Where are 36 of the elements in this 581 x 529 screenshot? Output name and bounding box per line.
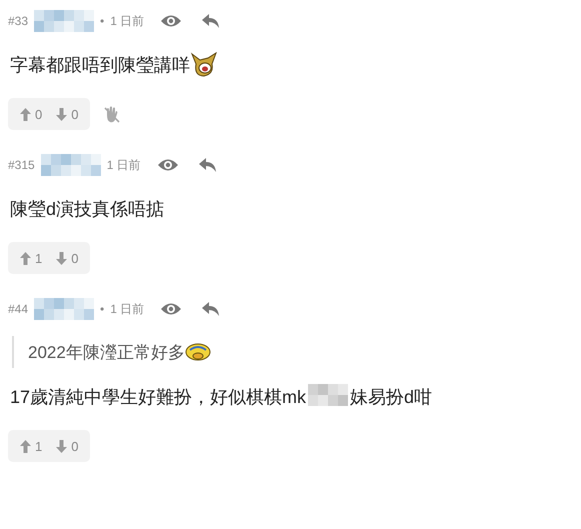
post-time: 1 日前	[110, 300, 144, 318]
reply-icon[interactable]	[202, 14, 220, 28]
reply-icon[interactable]	[198, 158, 217, 172]
post-number: #315	[8, 158, 35, 172]
reply-icon[interactable]	[202, 302, 220, 316]
arrow-down-icon	[56, 252, 68, 264]
eye-icon[interactable]	[156, 158, 179, 172]
separator: •	[100, 302, 104, 316]
post-text: 17歲清純中學生好難扮，好似棋棋mk	[10, 386, 306, 409]
post-time: 1 日前	[110, 12, 144, 30]
arrow-up-icon	[20, 252, 31, 264]
blurred-name-drawing	[40, 154, 101, 176]
hand-icon[interactable]	[104, 106, 120, 122]
upvote-button[interactable]: 1	[20, 250, 42, 266]
post-text: 字幕都跟唔到陳瑩講咩	[10, 54, 190, 77]
arrow-down-icon	[56, 440, 68, 452]
blurred-text-drawing	[308, 384, 348, 406]
eye-icon[interactable]	[160, 302, 182, 316]
arrow-up-icon	[20, 108, 31, 120]
arrow-up-icon	[20, 440, 31, 452]
downvote-button[interactable]: 0	[56, 438, 78, 454]
upvote-button[interactable]: 1	[20, 438, 42, 454]
downvote-button[interactable]: 0	[56, 250, 78, 266]
separator: •	[100, 14, 104, 28]
eye-icon[interactable]	[160, 14, 182, 28]
post-time: 1 日前	[106, 156, 141, 174]
blurred-name-drawing	[34, 10, 94, 32]
upvote-button[interactable]: 0	[20, 106, 42, 122]
post-text: 陳瑩d演技真係唔掂	[10, 198, 164, 221]
arrow-down-icon	[56, 108, 68, 120]
post-text: 妹易扮d咁	[350, 386, 432, 409]
downvote-button[interactable]: 0	[56, 106, 78, 122]
post-number: #44	[8, 302, 28, 316]
blurred-name-drawing	[34, 298, 94, 320]
post-number: #33	[8, 14, 28, 28]
quote-text: 2022年陳瀅正常好多	[28, 342, 185, 364]
